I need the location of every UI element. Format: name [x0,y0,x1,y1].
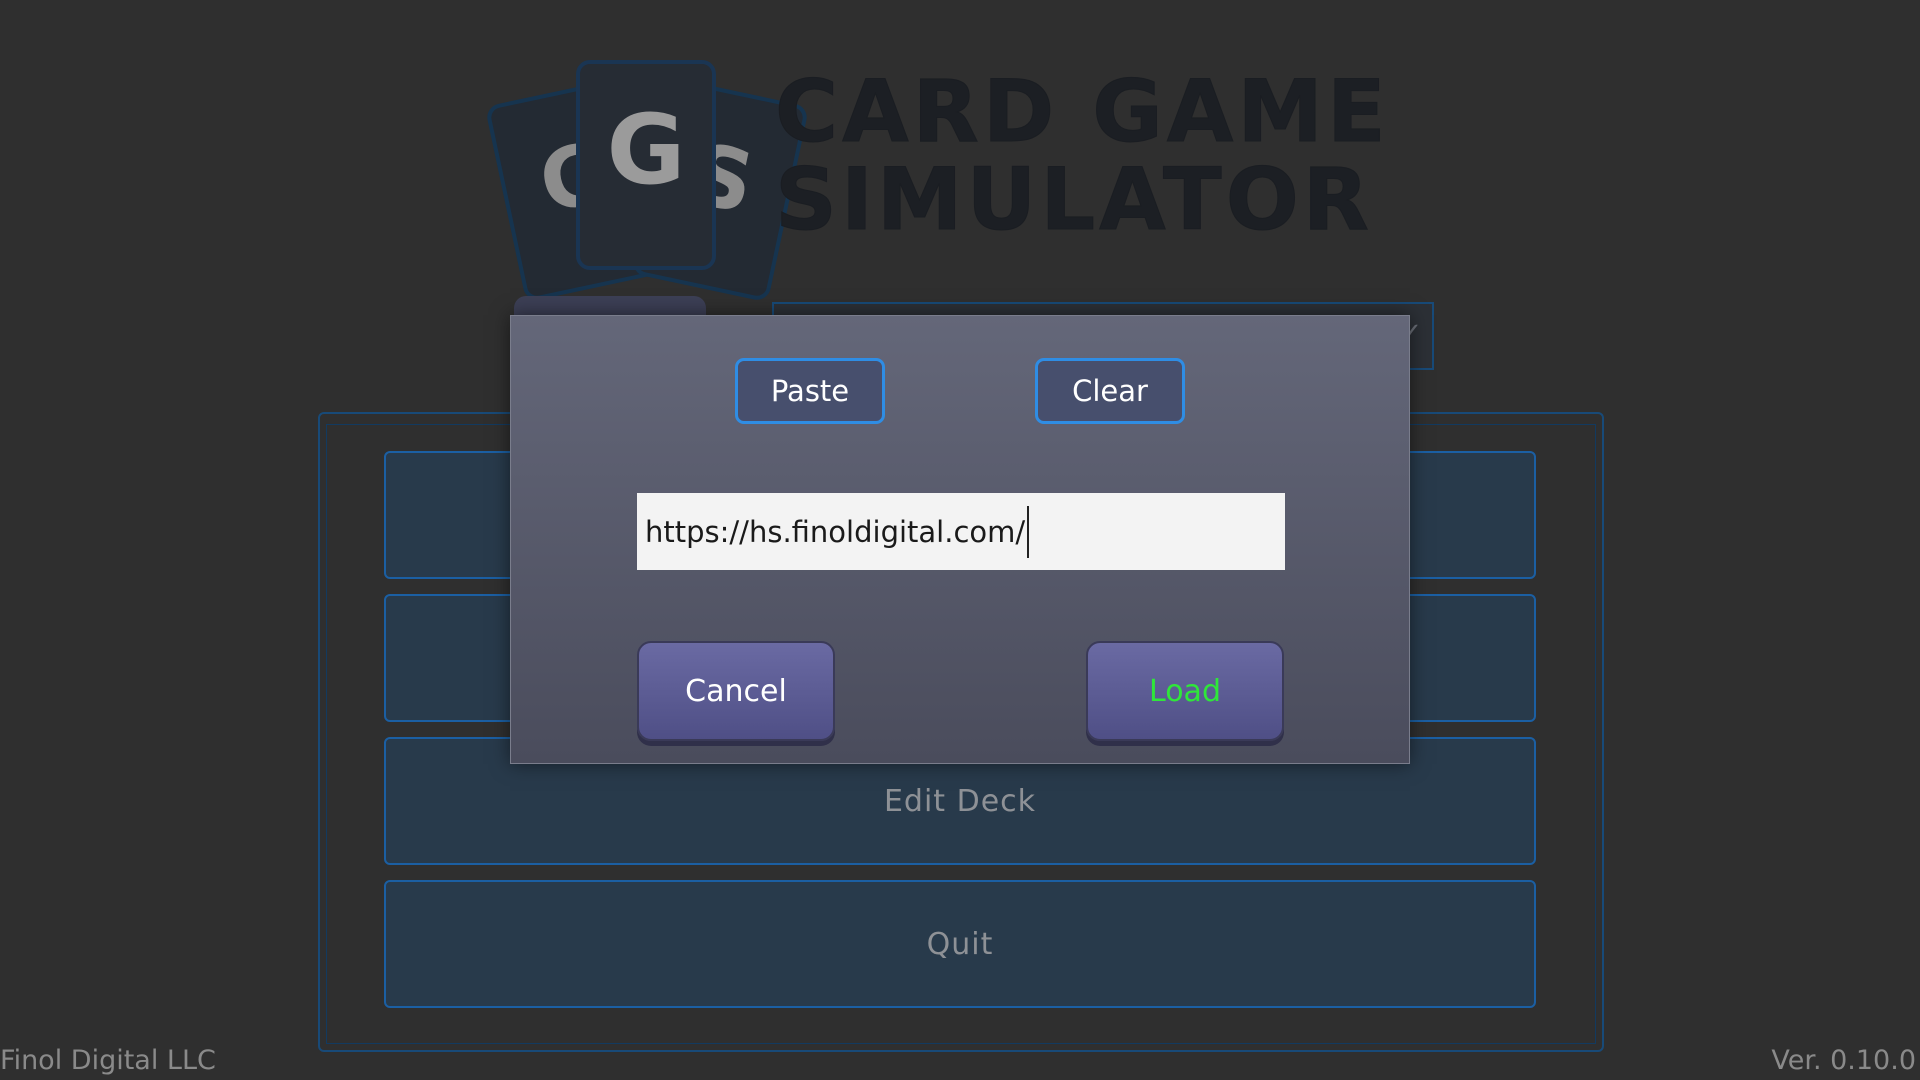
app-logo: C S G CARD GAME SIMULATOR [480,50,1460,303]
logo-letter-g: G [606,94,686,206]
cancel-button[interactable]: Cancel [637,641,835,741]
text-caret [1027,505,1030,558]
cancel-label: Cancel [685,673,787,709]
load-url-dialog: Paste Clear https://hs.finoldigital.com/… [510,315,1410,764]
quit-button[interactable]: Quit [384,880,1536,1008]
edit-deck-label: Edit Deck [883,783,1037,819]
clear-button[interactable]: Clear [1035,358,1185,424]
logo-title-line1: CARD GAME [775,62,1390,162]
quit-label: Quit [926,926,994,962]
main-menu-screen: C S G CARD GAME SIMULATOR ✓ Edit Deck Qu… [0,0,1920,1080]
company-label: Finol Digital LLC [0,1045,216,1076]
clear-label: Clear [1072,374,1148,408]
logo-title-line2: SIMULATOR [775,150,1374,250]
logo-card-center: G [576,60,716,270]
paste-button[interactable]: Paste [735,358,885,424]
logo-title: CARD GAME SIMULATOR [775,62,1390,250]
paste-label: Paste [770,374,850,408]
url-input-value: https://hs.finoldigital.com/ [645,514,1026,549]
version-label: Ver. 0.10.0 [1771,1045,1916,1076]
load-label: Load [1149,673,1221,709]
url-input[interactable]: https://hs.finoldigital.com/ [637,493,1285,570]
load-button[interactable]: Load [1086,641,1284,741]
